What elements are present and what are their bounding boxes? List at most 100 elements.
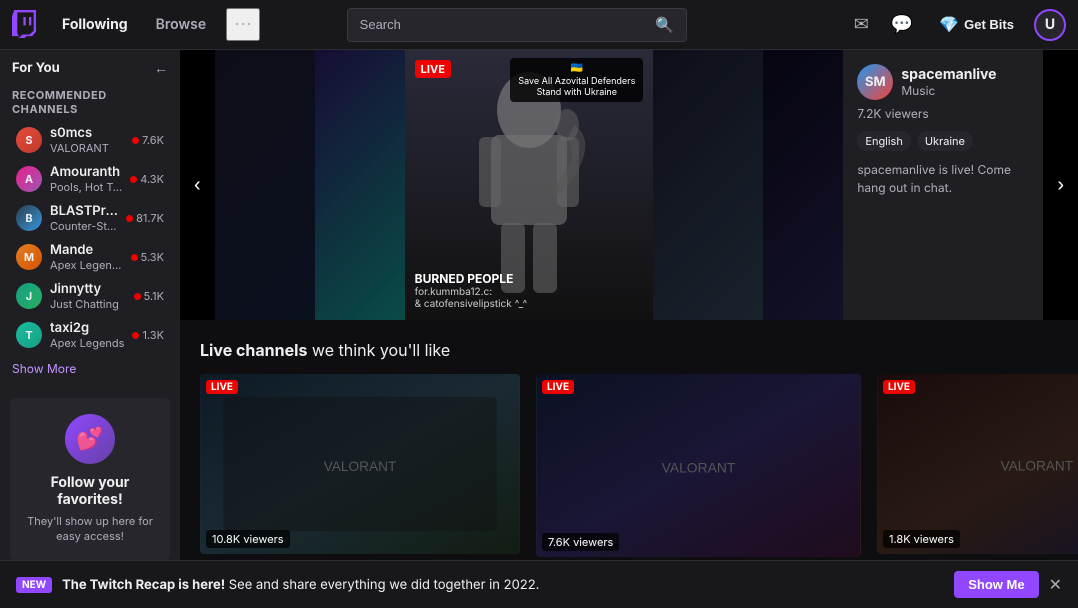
heart-icon: 💕 xyxy=(65,414,115,464)
section-title-bold: Live channels xyxy=(200,340,307,360)
notification-bold-text: The Twitch Recap is here! xyxy=(62,577,225,593)
live-dot xyxy=(132,332,139,339)
show-me-button[interactable]: Show Me xyxy=(954,571,1038,598)
following-nav[interactable]: Following xyxy=(54,10,136,39)
card-live-badge-1: LIVE xyxy=(542,380,574,394)
channel-viewers: 4.3K xyxy=(130,172,164,186)
live-dot xyxy=(126,215,133,222)
channel-avatar-amouranth: A xyxy=(16,166,42,192)
channel-name: Amouranth xyxy=(50,164,122,180)
channel-game: Counter-Strike: Gl... xyxy=(50,219,118,233)
browse-nav[interactable]: Browse xyxy=(148,10,215,39)
hero-streamer-avatar[interactable]: SM xyxy=(857,64,893,100)
notification-text: The Twitch Recap is here! See and share … xyxy=(62,577,944,593)
sidebar: For You ← RECOMMENDED CHANNELS S s0mcs V… xyxy=(0,50,180,608)
channel-item-taxi2g[interactable]: T taxi2g Apex Legends 1.3K xyxy=(4,316,176,354)
hero-ukraine-overlay: 🇺🇦 Save All Azovital DefendersStand with… xyxy=(510,58,643,102)
hero-thumb-right-2[interactable] xyxy=(763,50,843,320)
hero-description: spacemanlive is live! Come hang out in c… xyxy=(857,161,1029,197)
hero-streamer-info: SM spacemanlive Music xyxy=(857,64,1029,100)
notification-bar: NEW The Twitch Recap is here! See and sh… xyxy=(0,560,1078,608)
search-input[interactable] xyxy=(360,17,655,32)
inbox-icon-button[interactable]: ✉ xyxy=(848,8,875,41)
channel-avatar-mande: M xyxy=(16,244,42,270)
hero-thumb-left-2[interactable] xyxy=(315,50,405,320)
top-navigation: Following Browse ⋯ 🔍 ✉ 💬 💎 Get Bits U xyxy=(0,0,1078,50)
hero-prev-button[interactable]: ‹ xyxy=(180,50,215,320)
ukraine-flag-icon: 🇺🇦 xyxy=(518,62,635,74)
channel-viewers: 5.3K xyxy=(131,250,164,264)
svg-text:VALORANT: VALORANT xyxy=(1001,459,1074,474)
channel-name: BLASTPremier xyxy=(50,203,118,219)
hero-main-thumbnail[interactable]: LIVE 🇺🇦 Save All Azovital DefendersStand… xyxy=(405,50,654,320)
hero-info-panel: SM spacemanlive Music 7.2K viewers Engli… xyxy=(843,50,1043,320)
sidebar-collapse-button[interactable]: ← xyxy=(154,60,168,76)
close-notification-button[interactable]: ✕ xyxy=(1049,575,1062,595)
main-layout: For You ← RECOMMENDED CHANNELS S s0mcs V… xyxy=(0,50,1078,608)
card-live-badge-0: LIVE xyxy=(206,380,238,394)
recommended-channels-label: RECOMMENDED CHANNELS xyxy=(0,82,180,120)
channel-info-jinnytty: Jinnytty Just Chatting xyxy=(50,281,126,311)
hero-thumb-left-1[interactable] xyxy=(215,50,315,320)
card-thumbnail-2: VALORANT LIVE 1.8K viewers xyxy=(877,374,1078,554)
top-nav-right: ✉ 💬 💎 Get Bits U xyxy=(848,8,1066,41)
channel-info-amouranth: Amouranth Pools, Hot Tubs, an... xyxy=(50,164,122,194)
live-dot xyxy=(130,176,137,183)
svg-text:VALORANT: VALORANT xyxy=(662,459,736,475)
live-dot xyxy=(134,293,141,300)
card-thumbnail-0: VALORANT LIVE 10.8K viewers xyxy=(200,374,520,554)
hero-burned-people: BURNED PEOPLE xyxy=(415,271,528,286)
more-nav-button[interactable]: ⋯ xyxy=(226,8,260,41)
hero-streamer-details: spacemanlive Music xyxy=(901,66,996,98)
twitch-logo[interactable] xyxy=(12,10,42,40)
hero-stream-info: for.kummba12.c:& catofensivelipstick ^_^ xyxy=(415,286,528,310)
hero-next-button[interactable]: › xyxy=(1043,50,1078,320)
channel-viewers: 81.7K xyxy=(126,211,164,225)
ukraine-text: Save All Azovital DefendersStand with Uk… xyxy=(518,76,635,98)
channel-info-mande: Mande Apex Legends xyxy=(50,242,123,272)
channel-item-s0mcs[interactable]: S s0mcs VALORANT 7.6K xyxy=(4,121,176,159)
channel-item-blast[interactable]: B BLASTPremier Counter-Strike: Gl... 81.… xyxy=(4,199,176,237)
channel-info-blast: BLASTPremier Counter-Strike: Gl... xyxy=(50,203,118,233)
channel-viewers: 5.1K xyxy=(134,289,164,303)
hero-tag-english[interactable]: English xyxy=(857,131,911,151)
hero-channel-name[interactable]: spacemanlive xyxy=(901,66,996,83)
channel-name: Mande xyxy=(50,242,123,258)
channel-info-s0mcs: s0mcs VALORANT xyxy=(50,125,124,155)
notification-rest-text: See and share everything we did together… xyxy=(229,577,540,593)
channel-item-amouranth[interactable]: A Amouranth Pools, Hot Tubs, an... 4.3K xyxy=(4,160,176,198)
channel-game: Pools, Hot Tubs, an... xyxy=(50,180,122,194)
channel-item-mande[interactable]: M Mande Apex Legends 5.3K xyxy=(4,238,176,276)
channel-avatar-s0mcs: S xyxy=(16,127,42,153)
show-more-link[interactable]: Show More xyxy=(0,355,180,382)
hero-thumb-right-1[interactable] xyxy=(653,50,763,320)
search-bar[interactable]: 🔍 xyxy=(347,8,687,42)
chat-icon-button[interactable]: 💬 xyxy=(885,8,919,41)
card-live-badge-2: LIVE xyxy=(883,380,915,394)
card-thumb-svg-2: VALORANT xyxy=(877,374,1078,554)
channel-item-jinnytty[interactable]: J Jinnytty Just Chatting 5.1K xyxy=(4,277,176,315)
channel-avatar-jinnytty: J xyxy=(16,283,42,309)
user-avatar-button[interactable]: U xyxy=(1034,9,1066,41)
channel-game: VALORANT xyxy=(50,141,124,155)
new-badge: NEW xyxy=(16,577,52,593)
channel-game: Just Chatting xyxy=(50,297,126,311)
channel-viewers: 1.3K xyxy=(132,328,164,342)
hero-tag-ukraine[interactable]: Ukraine xyxy=(917,131,973,151)
get-bits-button[interactable]: 💎 Get Bits xyxy=(929,9,1024,41)
channel-viewers: 7.6K xyxy=(132,133,164,147)
card-thumb-svg-1: VALORANT xyxy=(536,374,861,557)
hero-thumbnails: LIVE 🇺🇦 Save All Azovital DefendersStand… xyxy=(215,50,844,320)
channel-avatar-taxi2g: T xyxy=(16,322,42,348)
hero-section: ‹ xyxy=(180,50,1078,320)
channel-game: Apex Legends xyxy=(50,336,124,350)
section-title: Live channels we think you'll like xyxy=(200,340,1058,360)
channel-avatar-blast: B xyxy=(16,205,42,231)
for-you-label: For You xyxy=(12,60,60,76)
channel-info-taxi2g: taxi2g Apex Legends xyxy=(50,320,124,350)
main-content: ‹ xyxy=(180,50,1078,608)
svg-text:VALORANT: VALORANT xyxy=(324,459,397,474)
live-dot xyxy=(131,254,138,261)
hero-live-badge: LIVE xyxy=(415,60,451,78)
card-thumbnail-1: VALORANT LIVE 7.6K viewers xyxy=(536,374,861,557)
